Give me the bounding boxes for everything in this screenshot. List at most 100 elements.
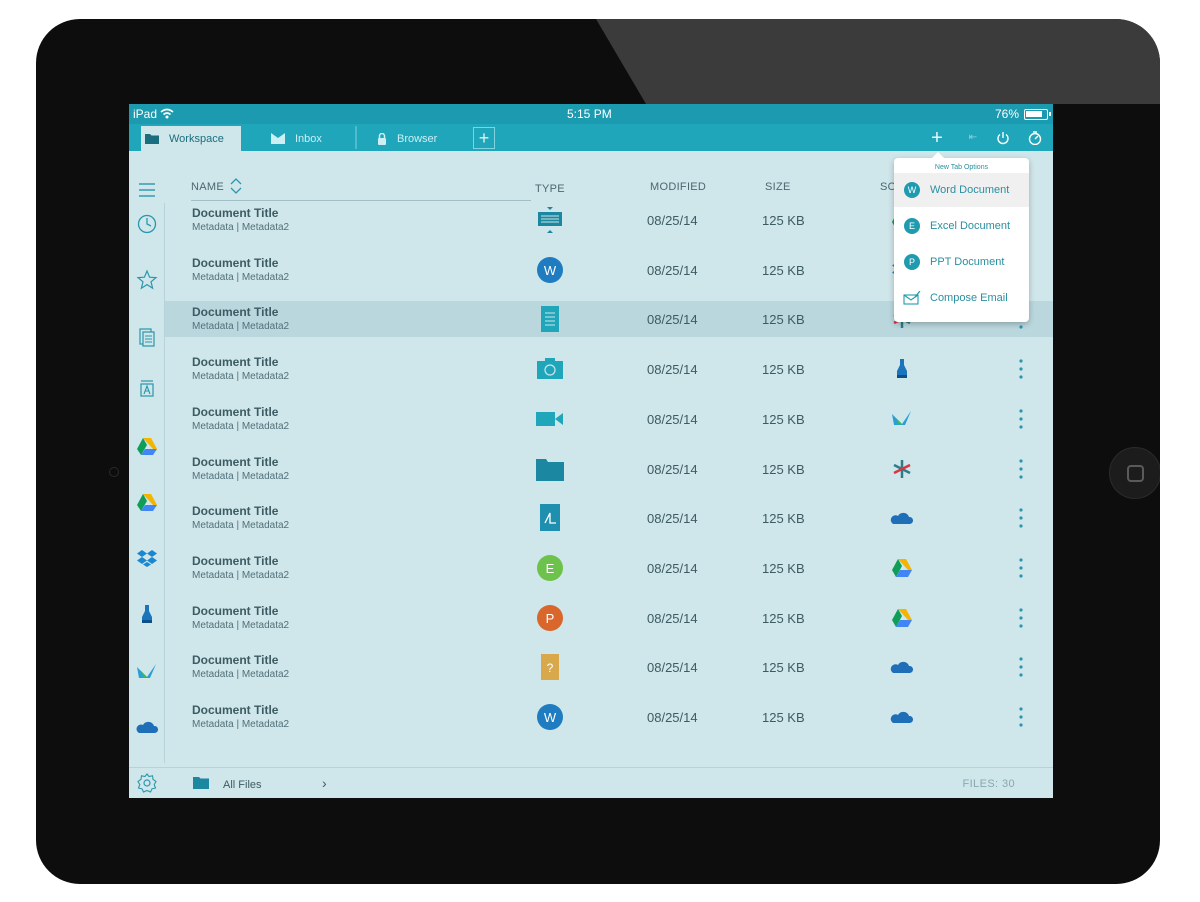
column-name[interactable]: NAME <box>191 181 224 193</box>
table-row[interactable]: Document Title Metadata | Metadata2 08/25/… <box>165 500 1053 536</box>
excel-icon: E <box>904 218 920 234</box>
google-drive-icon[interactable] <box>136 491 158 513</box>
more-options-icon[interactable] <box>1017 357 1025 381</box>
camera-icon <box>535 354 565 384</box>
table-row[interactable]: Document Title Metadata | Metadata2 P 08/25… <box>165 600 1053 636</box>
menu-icon[interactable] <box>136 179 158 201</box>
onedrive-icon <box>890 655 914 679</box>
table-row[interactable]: Document Title Metadata | Metadata2 08/25/… <box>165 351 1053 387</box>
table-row[interactable]: Document Title Metadata | Metadata2 W 08/25… <box>165 699 1053 735</box>
table-row[interactable]: Document Title Metadata | Metadata2 08/25/… <box>165 401 1053 437</box>
document-title: Document Title <box>192 355 279 369</box>
more-options-icon[interactable] <box>1017 705 1025 729</box>
more-options-icon[interactable] <box>1017 506 1025 530</box>
all-files-link[interactable]: All Files <box>223 779 262 791</box>
file-size: 125 KB <box>762 362 805 377</box>
onedrive-icon <box>890 705 914 729</box>
column-modified[interactable]: MODIFIED <box>650 181 706 193</box>
clock-icon[interactable] <box>136 213 158 235</box>
modified-date: 08/25/14 <box>647 511 698 526</box>
document-metadata: Metadata | Metadata2 <box>192 620 290 631</box>
tab-divider <box>355 126 357 149</box>
onedrive-icon[interactable] <box>136 716 158 738</box>
tab-workspace[interactable]: Workspace <box>141 126 241 151</box>
more-options-icon[interactable] <box>1017 457 1025 481</box>
inbox-icon <box>271 133 285 144</box>
document-title: Document Title <box>192 455 279 469</box>
document-title: Document Title <box>192 653 279 667</box>
document-title: Document Title <box>192 703 279 717</box>
status-bar: iPad 5:15 PM 76% <box>129 104 1053 124</box>
menu-item-compose-email[interactable]: Compose Email <box>894 281 1029 315</box>
folder-icon <box>193 777 209 789</box>
file-size: 125 KB <box>762 462 805 477</box>
more-options-icon[interactable] <box>1017 556 1025 580</box>
bottle-icon[interactable] <box>136 603 158 625</box>
battery-percent: 76% <box>994 107 1019 121</box>
menu-item-label: Compose Email <box>930 292 1008 304</box>
menu-item-word-document[interactable]: W Word Document <box>894 173 1029 207</box>
back-icon[interactable]: ⇤ <box>963 128 983 148</box>
sort-icon[interactable] <box>229 177 243 195</box>
file-size: 125 KB <box>762 412 805 427</box>
app-store-icon[interactable] <box>136 377 158 399</box>
document-metadata: Metadata | Metadata2 <box>192 669 290 680</box>
file-count: FILES: 30 <box>962 778 1015 790</box>
svg-text:?: ? <box>547 661 554 675</box>
column-type[interactable]: TYPE <box>535 183 565 195</box>
file-size: 125 KB <box>762 511 805 526</box>
document-metadata: Metadata | Metadata2 <box>192 719 290 730</box>
more-options-icon[interactable] <box>1017 655 1025 679</box>
text-doc-icon <box>535 304 565 334</box>
documents-icon[interactable] <box>136 326 158 348</box>
dropbox-icon[interactable] <box>136 547 158 569</box>
document-metadata: Metadata | Metadata2 <box>192 272 290 283</box>
camera <box>109 467 119 477</box>
document-title: Document Title <box>192 604 279 618</box>
home-button[interactable] <box>1109 447 1160 499</box>
chevron-right-icon[interactable]: › <box>322 775 327 791</box>
menu-header: New Tab Options <box>934 164 989 171</box>
table-row[interactable]: Document Title Metadata | Metadata2 E 08/25… <box>165 550 1053 586</box>
device-label: iPad <box>133 107 158 121</box>
document-metadata: Metadata | Metadata2 <box>192 421 290 432</box>
onedrive-icon <box>890 506 914 530</box>
document-title: Document Title <box>192 504 279 518</box>
column-size[interactable]: SIZE <box>765 181 791 193</box>
tab-inbox[interactable]: Inbox <box>271 126 351 151</box>
modified-date: 08/25/14 <box>647 660 698 675</box>
modified-date: 08/25/14 <box>647 213 698 228</box>
new-tab-button[interactable]: + <box>473 127 495 149</box>
file-size: 125 KB <box>762 263 805 278</box>
menu-item-ppt-document[interactable]: P PPT Document <box>894 245 1029 279</box>
timer-icon[interactable] <box>1025 128 1045 148</box>
table-row[interactable]: Document Title Metadata | Metadata2 08/25/… <box>165 451 1053 487</box>
menu-item-excel-document[interactable]: E Excel Document <box>894 209 1029 243</box>
modified-date: 08/25/14 <box>647 611 698 626</box>
lock-icon <box>378 132 386 145</box>
modified-date: 08/25/14 <box>647 412 698 427</box>
folder-icon <box>535 454 565 484</box>
tab-browser[interactable]: Browser <box>377 126 467 151</box>
google-drive-icon <box>890 606 914 630</box>
sidebar <box>129 151 165 798</box>
file-size: 125 KB <box>762 213 805 228</box>
power-icon[interactable] <box>993 128 1013 148</box>
star-icon[interactable] <box>136 269 158 291</box>
document-title: Document Title <box>192 206 279 220</box>
table-row[interactable]: Document Title Metadata | Metadata2? 08/25… <box>165 649 1053 685</box>
wifi-icon <box>160 108 174 119</box>
more-options-icon[interactable] <box>1017 407 1025 431</box>
google-drive-icon[interactable] <box>136 435 158 457</box>
file-size: 125 KB <box>762 561 805 576</box>
more-options-icon[interactable] <box>1017 606 1025 630</box>
word-icon: W <box>904 182 920 198</box>
file-size: 125 KB <box>762 611 805 626</box>
tab-label: Browser <box>397 132 438 145</box>
excel-icon: E <box>535 553 565 583</box>
svg-text:P: P <box>546 611 555 626</box>
bottle-icon <box>890 357 914 381</box>
folder-icon <box>145 134 159 144</box>
plus-icon[interactable]: + <box>927 128 947 148</box>
bird-icon[interactable] <box>136 661 158 683</box>
